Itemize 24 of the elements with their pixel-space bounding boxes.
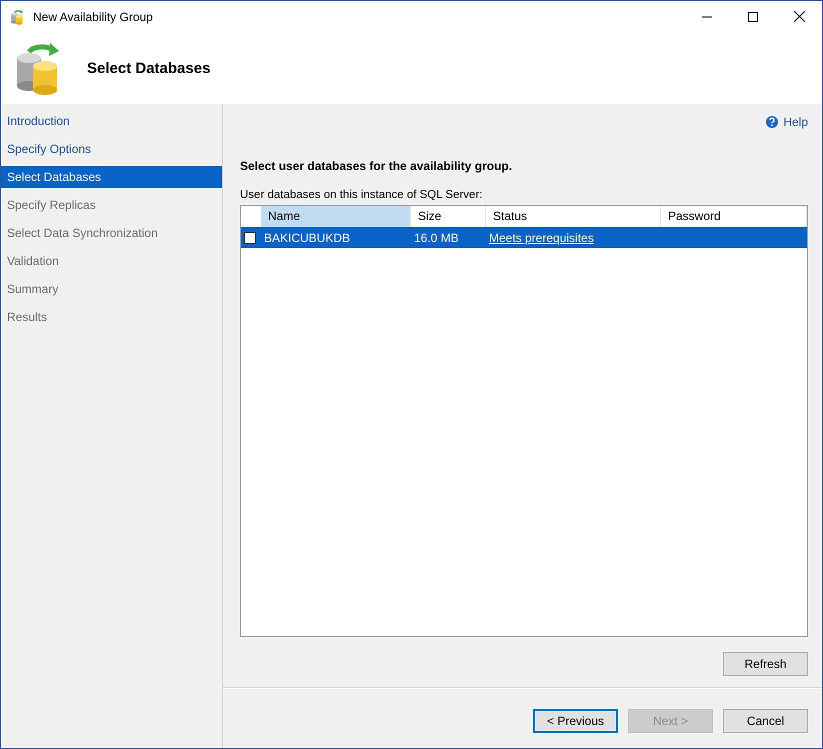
- table-cell-text: BAKICUBUKDB: [263, 230, 352, 244]
- page-title: Select Databases: [87, 60, 210, 76]
- table-cell-text: 16.0 MB: [413, 230, 460, 244]
- help-icon: [765, 115, 780, 129]
- section-heading: Select user databases for the availability group.: [240, 159, 514, 173]
- checkbox[interactable]: [244, 232, 256, 244]
- sidebar-item[interactable]: Select Databases: [1, 166, 222, 188]
- sidebar-item[interactable]: Validation: [1, 250, 222, 272]
- sidebar-item[interactable]: Specify Options: [1, 138, 222, 160]
- sidebar-item[interactable]: Specify Replicas: [1, 194, 222, 216]
- status-link[interactable]: Meets prerequisites: [489, 230, 594, 244]
- sidebar-item[interactable]: Results: [1, 306, 222, 328]
- table-label: User databases on this instance of SQL Server:: [240, 189, 484, 201]
- column-header[interactable]: Name: [261, 206, 411, 227]
- wizard-button[interactable]: Cancel: [723, 709, 808, 733]
- sidebar-item[interactable]: Select Data Synchronization: [1, 222, 222, 244]
- help-link[interactable]: Help: [765, 111, 808, 133]
- sidebar-item[interactable]: Introduction: [1, 110, 222, 132]
- sidebar-item[interactable]: Summary: [1, 278, 222, 300]
- database-icon: [10, 8, 26, 24]
- table-row[interactable]: BAKICUBUKDB 16.0 MB Meets prerequisites: [241, 227, 807, 248]
- wizard-button[interactable]: < Previous: [533, 709, 618, 733]
- window-title: New Availability Group: [33, 10, 154, 24]
- refresh-button[interactable]: Refresh: [723, 652, 808, 676]
